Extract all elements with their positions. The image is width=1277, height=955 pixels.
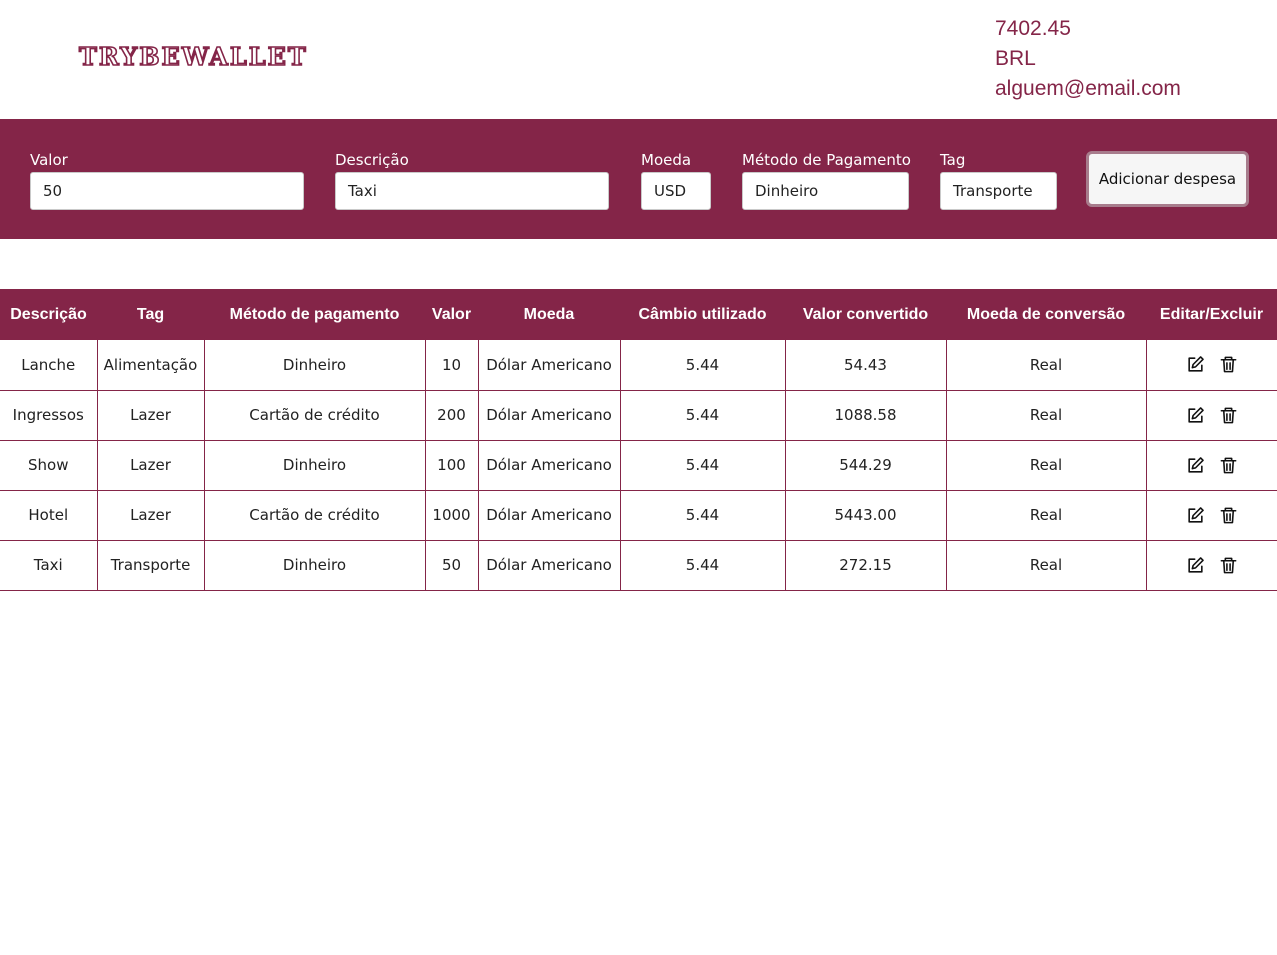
table-header-row: Descrição Tag Método de pagamento Valor … bbox=[0, 289, 1277, 340]
cell-actions bbox=[1146, 490, 1277, 541]
cell-metodo: Dinheiro bbox=[204, 340, 426, 391]
table-row: Hotel Lazer Cartão de crédito 1000 Dólar Ame… bbox=[0, 490, 1277, 541]
trash-icon[interactable] bbox=[1219, 406, 1238, 425]
cell-moeda: Dólar Americano bbox=[478, 440, 621, 491]
header-info: 7402.45 BRL alguem@email.com bbox=[995, 14, 1181, 104]
cell-cambio: 5.44 bbox=[620, 540, 786, 591]
row-actions bbox=[1147, 406, 1277, 425]
table-row: Taxi Transporte Dinheiro 50 Dólar Americano 5… bbox=[0, 540, 1277, 591]
cell-moeda: Dólar Americano bbox=[478, 490, 621, 541]
cell-metodo: Dinheiro bbox=[204, 540, 426, 591]
cell-cambio: 5.44 bbox=[620, 440, 786, 491]
moeda-select[interactable]: USD bbox=[641, 172, 711, 210]
cell-tag: Lazer bbox=[97, 490, 205, 541]
cell-conversao: Real bbox=[946, 540, 1147, 591]
edit-icon[interactable] bbox=[1186, 406, 1205, 425]
header-actions: Editar/Excluir bbox=[1159, 305, 1264, 323]
cell-moeda: Dólar Americano bbox=[478, 540, 621, 591]
edit-icon[interactable] bbox=[1186, 506, 1205, 525]
cell-valor: 100 bbox=[425, 440, 479, 491]
cell-conversao: Real bbox=[946, 390, 1147, 441]
add-expense-button[interactable]: Adicionar despesa bbox=[1086, 151, 1249, 207]
cell-descricao: Taxi bbox=[0, 540, 98, 591]
descricao-input[interactable]: Taxi bbox=[335, 172, 609, 210]
tag-select[interactable]: Transporte bbox=[940, 172, 1057, 210]
cell-actions bbox=[1146, 440, 1277, 491]
header-descricao: Descrição bbox=[10, 305, 87, 323]
row-actions bbox=[1147, 556, 1277, 575]
expense-form: Valor 50 Descrição Taxi Moeda USD Método… bbox=[0, 119, 1277, 239]
edit-icon[interactable] bbox=[1186, 456, 1205, 475]
cell-convertido: 1088.58 bbox=[785, 390, 947, 441]
cell-actions bbox=[1146, 390, 1277, 441]
header-moeda: Moeda bbox=[523, 305, 575, 323]
cell-convertido: 54.43 bbox=[785, 340, 947, 391]
cell-actions bbox=[1146, 340, 1277, 391]
header-convertido: Valor convertido bbox=[802, 305, 929, 323]
edit-icon[interactable] bbox=[1186, 355, 1205, 374]
cell-moeda: Dólar Americano bbox=[478, 390, 621, 441]
descricao-label: Descrição bbox=[335, 151, 409, 169]
table-row: Show Lazer Dinheiro 100 Dólar Americano 5.44 5… bbox=[0, 440, 1277, 491]
cell-metodo: Cartão de crédito bbox=[204, 390, 426, 441]
table-row: Lanche Alimentação Dinheiro 10 Dólar America… bbox=[0, 340, 1277, 391]
cell-cambio: 5.44 bbox=[620, 340, 786, 391]
cell-tag: Alimentação bbox=[97, 340, 205, 391]
header-valor: Valor bbox=[431, 305, 472, 323]
cell-tag: Lazer bbox=[97, 440, 205, 491]
cell-metodo: Cartão de crédito bbox=[204, 490, 426, 541]
cell-descricao: Ingressos bbox=[0, 390, 98, 441]
cell-valor: 10 bbox=[425, 340, 479, 391]
valor-input[interactable]: 50 bbox=[30, 172, 304, 210]
metodo-field: Método de Pagamento Dinheiro bbox=[742, 149, 911, 210]
trash-icon[interactable] bbox=[1219, 355, 1238, 374]
app-logo: TRYBEWALLET bbox=[78, 41, 308, 72]
cell-valor: 50 bbox=[425, 540, 479, 591]
cell-cambio: 5.44 bbox=[620, 390, 786, 441]
descricao-field: Descrição Taxi bbox=[335, 149, 609, 210]
cell-actions bbox=[1146, 540, 1277, 591]
cell-conversao: Real bbox=[946, 440, 1147, 491]
cell-conversao: Real bbox=[946, 490, 1147, 541]
row-actions bbox=[1147, 456, 1277, 475]
header-conversao: Moeda de conversão bbox=[966, 305, 1126, 323]
cell-conversao: Real bbox=[946, 340, 1147, 391]
metodo-label: Método de Pagamento bbox=[742, 151, 911, 169]
header-cambio: Câmbio utilizado bbox=[638, 305, 767, 323]
user-email: alguem@email.com bbox=[995, 77, 1181, 100]
header-tag: Tag bbox=[136, 305, 165, 323]
trash-icon[interactable] bbox=[1219, 456, 1238, 475]
cell-tag: Lazer bbox=[97, 390, 205, 441]
cell-descricao: Lanche bbox=[0, 340, 98, 391]
moeda-field: Moeda USD bbox=[641, 149, 711, 210]
cell-convertido: 544.29 bbox=[785, 440, 947, 491]
row-actions bbox=[1147, 355, 1277, 374]
cell-tag: Transporte bbox=[97, 540, 205, 591]
cell-convertido: 5443.00 bbox=[785, 490, 947, 541]
cell-descricao: Show bbox=[0, 440, 98, 491]
expenses-table: Descrição Tag Método de pagamento Valor … bbox=[0, 289, 1277, 591]
cell-moeda: Dólar Americano bbox=[478, 340, 621, 391]
metodo-select[interactable]: Dinheiro bbox=[742, 172, 909, 210]
tag-field: Tag Transporte bbox=[940, 149, 1057, 210]
tag-label: Tag bbox=[940, 151, 966, 169]
trash-icon[interactable] bbox=[1219, 556, 1238, 575]
edit-icon[interactable] bbox=[1186, 556, 1205, 575]
valor-label: Valor bbox=[30, 151, 68, 169]
row-actions bbox=[1147, 506, 1277, 525]
table-row: Ingressos Lazer Cartão de crédito 200 Dólar … bbox=[0, 390, 1277, 441]
cell-cambio: 5.44 bbox=[620, 490, 786, 541]
cell-descricao: Hotel bbox=[0, 490, 98, 541]
valor-field: Valor 50 bbox=[30, 149, 304, 210]
header-metodo: Método de pagamento bbox=[229, 305, 400, 323]
header-currency: BRL bbox=[995, 47, 1036, 70]
header: TRYBEWALLET 7402.45 BRL alguem@email.com bbox=[0, 0, 1277, 119]
moeda-label: Moeda bbox=[641, 151, 692, 169]
cell-valor: 200 bbox=[425, 390, 479, 441]
total-expenses: 7402.45 bbox=[995, 17, 1071, 40]
trash-icon[interactable] bbox=[1219, 506, 1238, 525]
cell-valor: 1000 bbox=[425, 490, 479, 541]
cell-convertido: 272.15 bbox=[785, 540, 947, 591]
cell-metodo: Dinheiro bbox=[204, 440, 426, 491]
